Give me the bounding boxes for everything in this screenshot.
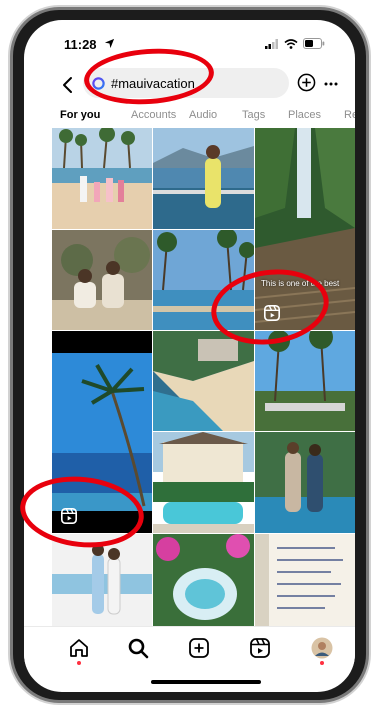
grid-post[interactable] [153,432,254,533]
add-circle-icon[interactable] [297,73,316,92]
wifi-icon [284,38,298,49]
back-arrow-icon[interactable] [61,76,75,94]
grid-post[interactable] [52,128,152,229]
grid-post[interactable] [255,331,355,431]
status-icons [265,38,325,49]
grid-post[interactable] [153,534,254,626]
grid-post[interactable] [153,331,254,431]
status-time: 11:28 [64,37,97,52]
grid-post[interactable] [52,230,152,330]
tab-tags[interactable]: Tags [242,109,265,121]
reels-icon[interactable] [248,636,272,660]
grid-post[interactable] [52,534,152,626]
location-arrow-icon [104,38,115,49]
profile-avatar[interactable] [310,636,334,660]
home-icon[interactable] [67,636,91,660]
bottom-nav [24,626,355,677]
search-icon[interactable] [126,636,150,660]
grid-post[interactable] [255,432,355,533]
more-icon[interactable] [324,82,338,86]
tab-accounts[interactable]: Accounts [131,109,176,121]
grid-post[interactable] [153,128,254,229]
tab-reels[interactable]: Re [344,109,355,121]
battery-icon [303,38,325,49]
tab-places[interactable]: Places [288,109,321,121]
create-icon[interactable] [187,636,211,660]
grid-post[interactable] [255,534,355,626]
signal-icon [265,38,278,49]
home-indicator [151,680,261,684]
explore-grid: This is one of the best [52,128,355,626]
home-notification-dot [77,661,81,665]
phone-screen: 11:28 #mauivacation For you Accounts Aud… [24,20,355,692]
tabs: For you Accounts Audio Tags Places Re [24,106,355,130]
tab-audio[interactable]: Audio [189,109,217,121]
tab-for-you[interactable]: For you [60,109,100,121]
profile-notification-dot [320,661,324,665]
